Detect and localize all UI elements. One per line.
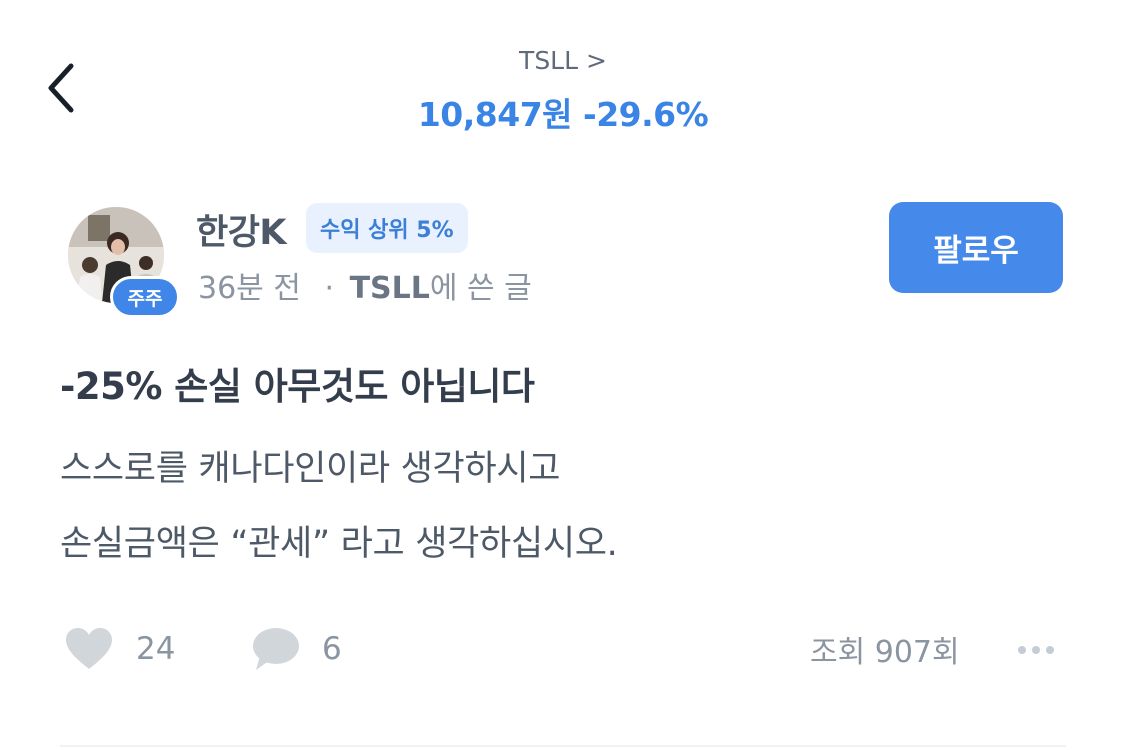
post-body-line: 손실금액은 “관세” 라고 생각하십시오.	[60, 524, 618, 564]
more-dots-icon	[1018, 646, 1026, 654]
comment-button[interactable]: 6	[250, 625, 342, 673]
post-title: -25% 손실 아무것도 아닙니다	[60, 365, 535, 408]
like-count: 24	[136, 631, 176, 667]
author-name[interactable]: 한강K	[196, 204, 287, 255]
view-count: 조회 907회	[810, 635, 960, 670]
more-dots-icon	[1046, 646, 1054, 654]
rank-badge: 수익 상위 5%	[306, 203, 468, 253]
like-button[interactable]: 24	[64, 625, 175, 673]
shareholder-badge: 주주	[110, 276, 180, 318]
price-change: 10,847원 -29.6%	[417, 95, 709, 134]
ticker-link[interactable]: TSLL >	[0, 46, 1126, 75]
meta-separator: ·	[324, 271, 335, 306]
more-dots-icon	[1032, 646, 1040, 654]
heart-icon	[64, 627, 114, 671]
comment-count: 6	[322, 631, 342, 667]
post-time: 36분 전	[198, 271, 301, 306]
board-ticker[interactable]: TSLL	[350, 271, 430, 306]
post-body-line: 스스로를 캐나다인이라 생각하시고	[60, 449, 561, 489]
follow-button[interactable]: 팔로우	[889, 202, 1063, 293]
post-meta: 36분 전 · TSLL에 쓴 글	[198, 263, 532, 307]
more-options-button[interactable]	[1008, 632, 1064, 668]
board-suffix: 에 쓴 글	[429, 271, 532, 306]
speech-bubble-icon	[250, 626, 300, 672]
divider	[60, 745, 1066, 747]
